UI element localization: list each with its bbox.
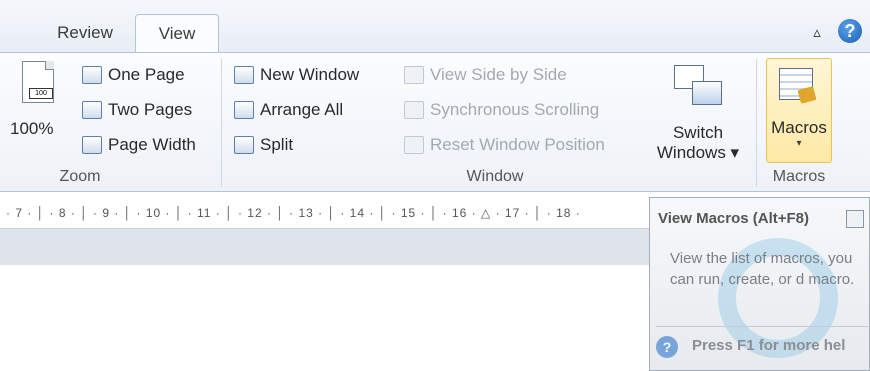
tab-review[interactable]: Review [48, 14, 122, 52]
ribbon-view-panel: 100 100% One Page Two Pages Page Width Z… [0, 52, 870, 192]
macros-icon [779, 68, 819, 106]
macros-label: Macros [771, 118, 827, 137]
two-pages-button[interactable]: Two Pages [82, 100, 192, 120]
one-page-icon [82, 66, 102, 84]
one-page-button[interactable]: One Page [82, 65, 185, 85]
arrange-all-button[interactable]: Arrange All [234, 100, 343, 120]
group-separator [221, 59, 222, 187]
split-label: Split [260, 135, 294, 154]
tooltip-corner-icon [846, 210, 864, 228]
view-side-by-side-button[interactable]: View Side by Side [404, 65, 567, 85]
switch-windows-button[interactable]: Switch Windows ▾ [650, 61, 746, 165]
view-side-by-side-icon [404, 66, 424, 84]
split-button[interactable]: Split [234, 135, 293, 155]
zoom-100-button[interactable]: 100 100% [10, 59, 65, 149]
reset-window-position-icon [404, 136, 424, 154]
synchronous-scrolling-button[interactable]: Synchronous Scrolling [404, 100, 599, 120]
window-group-label: Window [466, 168, 524, 185]
page-width-icon [82, 136, 102, 154]
zoom-100-label: 100% [10, 119, 54, 138]
macros-group-label: Macros [772, 168, 826, 185]
new-window-label: New Window [260, 65, 360, 84]
ruler-ticks: · 7 · │ · 8 · │ · 9 · │ · 10 · │ · 11 · … [6, 206, 581, 220]
macros-button[interactable]: Macros ▾ [766, 58, 832, 163]
new-window-icon [234, 66, 254, 84]
group-separator [756, 59, 757, 187]
page-width-button[interactable]: Page Width [82, 135, 196, 155]
collapse-ribbon-icon[interactable]: ▵ [808, 24, 826, 42]
zoom-group-label: Zoom [59, 168, 101, 185]
tooltip-separator [656, 326, 868, 327]
synchronous-scrolling-label: Synchronous Scrolling [430, 100, 600, 119]
arrange-all-label: Arrange All [260, 100, 344, 119]
switch-windows-label-line1: Switch [672, 123, 724, 142]
help-icon: ? [656, 336, 678, 358]
two-pages-icon [82, 101, 102, 119]
tooltip-footer: Press F1 for more hel [692, 337, 846, 354]
chevron-down-icon: ▾ [796, 138, 802, 149]
page-width-label: Page Width [108, 135, 196, 154]
ribbon-tab-bar: Review View ▵ ? [0, 0, 870, 53]
switch-windows-label-line2: Windows ▾ [656, 143, 740, 162]
new-window-button[interactable]: New Window [234, 65, 359, 85]
reset-window-position-label: Reset Window Position [430, 135, 605, 154]
tooltip-title: View Macros (Alt+F8) [658, 210, 810, 227]
split-icon [234, 136, 254, 154]
one-page-label: One Page [108, 65, 185, 84]
macros-tooltip: View Macros (Alt+F8) View the list of ma… [649, 197, 870, 371]
view-side-by-side-label: View Side by Side [430, 65, 567, 84]
reset-window-position-button[interactable]: Reset Window Position [404, 135, 605, 155]
synchronous-scrolling-icon [404, 101, 424, 119]
switch-windows-icon [674, 65, 722, 105]
tab-view[interactable]: View [135, 14, 219, 53]
arrange-all-icon [234, 101, 254, 119]
tooltip-body: View the list of macros, you can run, cr… [670, 250, 855, 288]
page-zoom-icon: 100 [22, 61, 54, 103]
help-icon[interactable]: ? [838, 19, 862, 43]
document-backdrop [0, 229, 650, 265]
two-pages-label: Two Pages [108, 100, 193, 119]
